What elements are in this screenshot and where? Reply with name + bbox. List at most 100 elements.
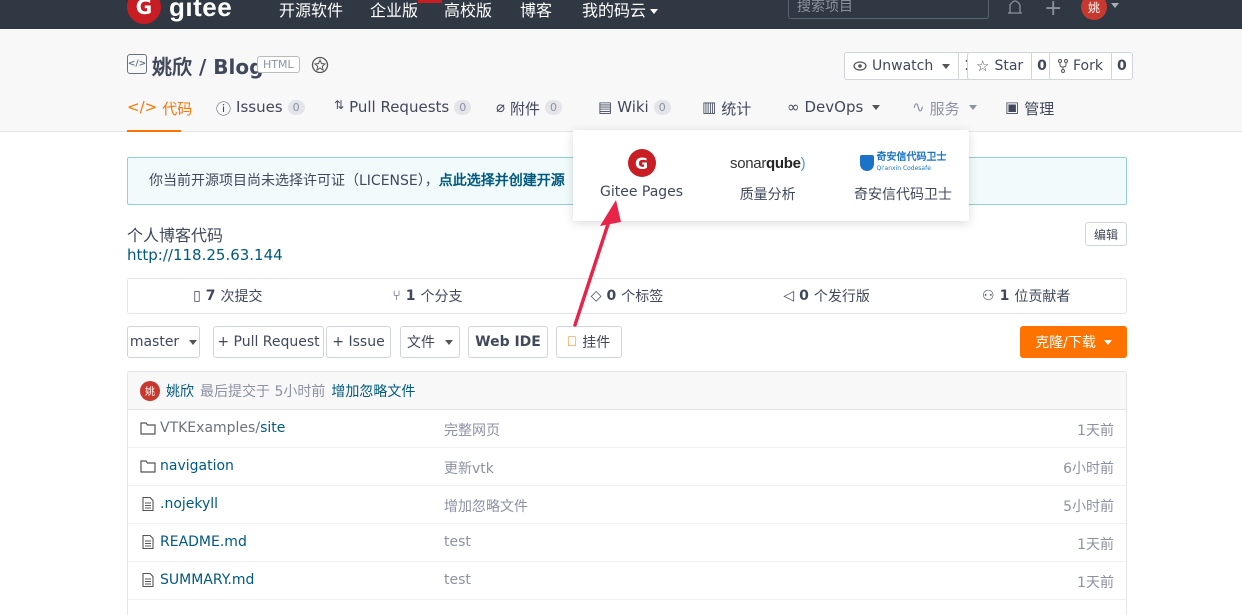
chevron-down-icon[interactable] [1111, 3, 1119, 8]
service-qianxin-codesafe-label: 奇安信代码卫士 [854, 187, 952, 203]
file-row[interactable]: VTKExamples/site 完整网页 1天前 [128, 410, 1126, 448]
qianxin-logo-text: 奇安信代码卫士 [876, 152, 947, 163]
stat-releases-num: 0 [799, 288, 809, 304]
tab-manage[interactable]: ▣ 管理 [1005, 98, 1054, 132]
wiki-count: 0 [653, 100, 671, 115]
widget-button-label: 挂件 [582, 335, 611, 351]
file-commit-message[interactable]: test [444, 572, 471, 588]
gvp-medal-icon [311, 56, 329, 74]
file-row[interactable]: navigation 更新vtk 6小时前 [128, 448, 1126, 486]
user-avatar[interactable]: 姚 [1081, 0, 1107, 20]
infinity-icon: ∞ [787, 98, 800, 116]
repo-title[interactable]: 姚欣 / Blog [152, 51, 263, 80]
watch-button[interactable]: Unwatch [845, 53, 960, 79]
branch-select[interactable]: master [127, 326, 200, 358]
bell-icon[interactable] [1006, 0, 1024, 14]
file-row[interactable]: README.md test 1天前 [128, 524, 1126, 562]
file-commit-time: 1天前 [1077, 575, 1114, 591]
eye-icon [853, 61, 867, 71]
stat-contributors[interactable]: ⚇ 1 位贡献者 [926, 279, 1126, 313]
tab-services[interactable]: ∿ 服务 [912, 98, 977, 132]
stat-contributors-label: 位贡献者 [1014, 289, 1071, 305]
widget-button[interactable]: ⎕ 挂件 [556, 326, 622, 358]
tab-pull-requests-label: Pull Requests [349, 98, 450, 116]
clone-download-button[interactable]: 克隆/下载 [1020, 326, 1127, 358]
star-button[interactable]: ☆ Star [968, 53, 1033, 79]
files-dropdown-label: 文件 [407, 335, 435, 351]
file-name[interactable]: SUMMARY.md [160, 572, 254, 588]
gitee-logo[interactable]: G gitee [127, 0, 232, 24]
stat-commits-label: 次提交 [220, 289, 263, 305]
file-commit-message[interactable]: 增加忽略文件 [444, 496, 528, 516]
stat-releases[interactable]: ◁ 0 个发行版 [727, 279, 927, 313]
new-pull-request-button[interactable]: + Pull Request [213, 326, 324, 358]
users-icon: ⚇ [982, 288, 995, 304]
sonarqube-logo-b: qube [766, 154, 801, 172]
services-dropdown: G Gitee Pages sonarqube) 质量分析 奇安信代码卫士 Qi'… [573, 130, 969, 221]
chevron-down-icon [650, 9, 659, 14]
file-name[interactable]: VTKExamples/site [160, 420, 285, 436]
file-row[interactable]: .nojekyll 增加忽略文件 5小时前 [128, 486, 1126, 524]
tab-code-label: 代码 [162, 100, 193, 118]
star-label: Star [994, 58, 1024, 74]
file-commit-time: 1天前 [1077, 537, 1114, 553]
repo-homepage-link[interactable]: http://118.25.63.144 [127, 246, 283, 264]
file-commit-message[interactable]: 完整网页 [444, 420, 500, 440]
stat-tags[interactable]: ◇ 0 个标签 [527, 279, 727, 313]
paperclip-icon: ⌀ [496, 98, 506, 116]
tab-issues[interactable]: ⓘ Issues 0 [216, 98, 305, 132]
chevron-down-icon [1103, 339, 1112, 345]
committer-avatar[interactable]: 姚 [140, 380, 160, 401]
stat-branches[interactable]: ⑂ 1 个分支 [328, 279, 528, 313]
fork-count[interactable]: 0 [1112, 53, 1132, 79]
file-row[interactable]: SUMMARY.md test 1天前 [128, 562, 1126, 600]
fork-label: Fork [1073, 58, 1103, 74]
service-gitee-pages[interactable]: G Gitee Pages [600, 148, 683, 200]
service-qianxin-codesafe[interactable]: 奇安信代码卫士 Qi'anxin Codesafe 奇安信代码卫士 [854, 148, 952, 204]
new-issue-button[interactable]: + Issue [326, 326, 391, 358]
file-name[interactable]: README.md [160, 534, 247, 550]
repo-description: 个人博客代码 [127, 226, 224, 245]
stat-commits[interactable]: ▯ 7 次提交 [128, 279, 328, 313]
tab-wiki[interactable]: ▤ Wiki 0 [598, 98, 671, 132]
last-commit-message[interactable]: 增加忽略文件 [331, 381, 415, 401]
fork-button[interactable]: Fork [1050, 53, 1112, 79]
tab-attachments[interactable]: ⌀ 附件 0 [496, 98, 563, 132]
pulse-icon: ∿ [912, 98, 925, 116]
tab-code[interactable]: </> 代码 [127, 98, 192, 132]
bookmark-icon: ⎕ [567, 334, 577, 350]
star-icon: ☆ [976, 57, 990, 75]
file-name[interactable]: .nojekyll [160, 496, 218, 512]
plus-icon[interactable]: + [1044, 0, 1062, 21]
chevron-down-icon [942, 63, 951, 69]
stat-contributors-num: 1 [999, 288, 1010, 304]
nav-enterprise[interactable]: 企业版 [370, 0, 418, 21]
tab-manage-label: 管理 [1024, 100, 1055, 118]
search-input[interactable]: 搜索项目 [788, 0, 989, 19]
file-commit-message[interactable]: test [444, 534, 471, 550]
clone-download-label: 克隆/下载 [1035, 335, 1096, 351]
tab-statistics[interactable]: ▥ 统计 [702, 98, 751, 132]
tab-devops[interactable]: ∞ DevOps [787, 98, 881, 132]
files-dropdown-button[interactable]: 文件 [400, 326, 460, 358]
nav-my-gitee[interactable]: 我的码云 [582, 0, 659, 21]
file-icon [142, 573, 154, 587]
license-notice-link[interactable]: 点此选择并创建开源 [439, 173, 565, 189]
file-commit-message[interactable]: 更新vtk [444, 458, 494, 478]
file-name[interactable]: navigation [160, 458, 234, 474]
nav-education[interactable]: 高校版 [444, 0, 492, 21]
committer-name[interactable]: 姚欣 [166, 381, 194, 401]
web-ide-button[interactable]: Web IDE [468, 326, 548, 358]
star-button-group: ☆ Star 0 [967, 52, 1053, 80]
file-commit-time: 6小时前 [1063, 461, 1114, 477]
tab-issues-label: Issues [236, 98, 283, 116]
nav-opensource[interactable]: 开源软件 [279, 0, 343, 21]
shield-icon [859, 155, 874, 171]
gitee-pages-icon: G [627, 149, 656, 177]
book-icon: ▤ [598, 98, 613, 116]
service-quality-analysis[interactable]: sonarqube) 质量分析 [730, 148, 806, 204]
qianxin-logo-sub: Qi'anxin Codesafe [876, 165, 931, 172]
edit-description-button[interactable]: 编辑 [1085, 222, 1127, 246]
nav-blog[interactable]: 博客 [520, 0, 552, 21]
tab-pull-requests[interactable]: ⇅ Pull Requests 0 [334, 98, 472, 132]
